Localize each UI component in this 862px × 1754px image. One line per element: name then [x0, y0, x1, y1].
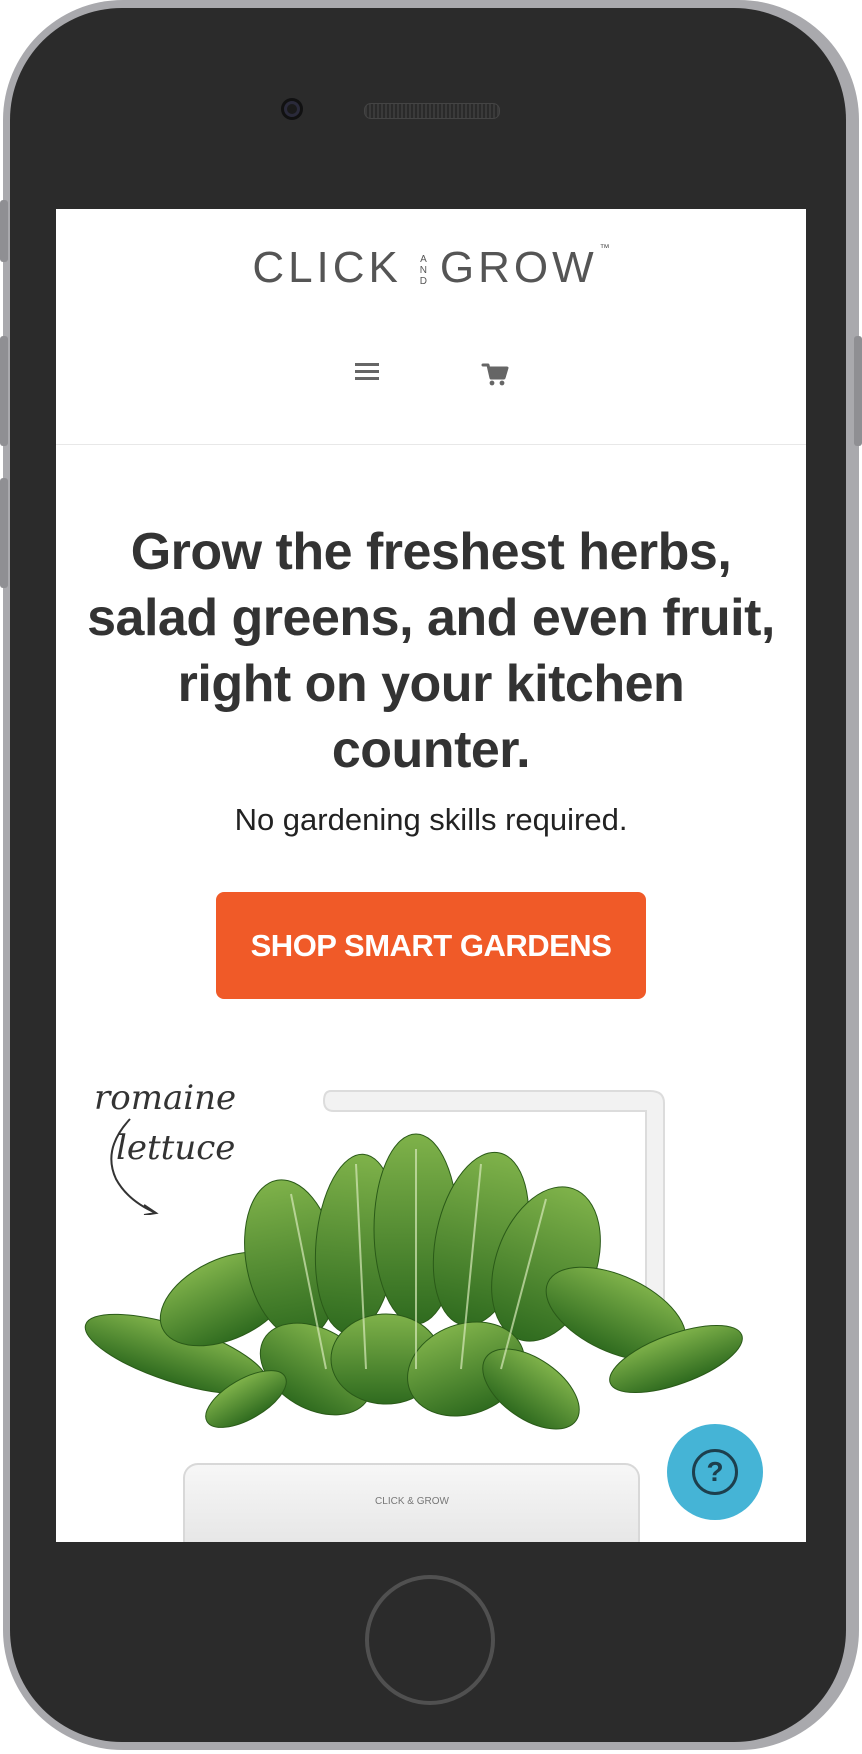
front-camera	[281, 98, 303, 120]
hero-title: Grow the freshest herbs, salad greens, a…	[87, 523, 775, 779]
annotation-romaine: romaine	[94, 1078, 236, 1118]
logo-word-grow: GROW	[439, 243, 598, 292]
phone-volume-up-button	[0, 336, 8, 446]
logo-word-and: AND	[417, 253, 429, 287]
hamburger-menu-icon[interactable]	[352, 359, 382, 389]
phone-mute-switch	[0, 200, 8, 262]
logo-word-click: CLICK	[252, 243, 402, 292]
help-chat-button[interactable]: ?	[667, 1424, 763, 1520]
romaine-lettuce-annotation: romaine lettuce	[94, 1078, 236, 1215]
phone-screen: CLICK AND GROW ™ Grow the freshest herbs, s…	[56, 209, 806, 1542]
shopping-cart-icon[interactable]	[480, 359, 510, 389]
home-button[interactable]	[365, 1575, 495, 1705]
planter-brand-label: CLICK & GROW	[375, 1496, 449, 1507]
logo-trademark: ™	[599, 243, 610, 254]
phone-volume-down-button	[0, 478, 8, 588]
click-and-grow-logo[interactable]: CLICK AND GROW ™	[56, 243, 806, 293]
phone-power-button	[854, 336, 862, 446]
hero-subtitle: No gardening skills required.	[234, 802, 628, 837]
question-mark-icon: ?	[692, 1449, 738, 1495]
earpiece-speaker	[364, 103, 500, 119]
annotation-lettuce: lettuce	[116, 1128, 235, 1168]
shop-smart-gardens-button[interactable]: SHOP SMART GARDENS	[216, 892, 646, 999]
site-header: CLICK AND GROW ™	[56, 209, 806, 445]
